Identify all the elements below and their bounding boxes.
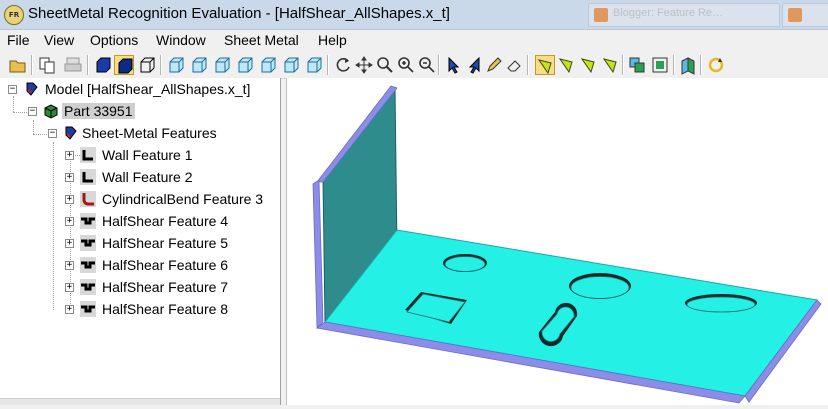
tree-label-feature: CylindricalBend Feature 3 bbox=[102, 191, 264, 207]
expand-toggle[interactable]: + bbox=[65, 217, 74, 226]
pencil-icon[interactable] bbox=[484, 55, 504, 75]
tree-label-feature: Wall Feature 1 bbox=[102, 147, 193, 163]
menu-options[interactable]: Options bbox=[90, 32, 138, 48]
shaded-box-icon[interactable] bbox=[114, 55, 134, 75]
halfshear-oval-floor bbox=[570, 276, 630, 299]
tree-node-feature[interactable]: + HalfShear Feature 4 bbox=[0, 212, 280, 232]
copy-icon[interactable] bbox=[37, 55, 57, 75]
tree-node-feature[interactable]: + HalfShear Feature 8 bbox=[0, 300, 280, 320]
menu-file[interactable]: File bbox=[7, 32, 30, 48]
expand-toggle[interactable]: + bbox=[65, 283, 74, 292]
tree-node-model[interactable]: − Model [HalfShear_AllShapes.x_t] bbox=[0, 80, 280, 100]
halfshear-feature-icon bbox=[80, 301, 96, 317]
rotate-icon[interactable] bbox=[333, 55, 353, 75]
left-view-icon[interactable] bbox=[212, 55, 232, 75]
menu-window[interactable]: Window bbox=[156, 32, 206, 48]
expand-toggle[interactable]: + bbox=[65, 195, 74, 204]
layers-icon[interactable] bbox=[627, 55, 647, 75]
zoom-in-icon[interactable] bbox=[396, 55, 416, 75]
refresh-icon[interactable] bbox=[706, 55, 726, 75]
sheet-metal-part-render bbox=[312, 85, 822, 404]
tree-node-feature[interactable]: + CylindricalBend Feature 3 bbox=[0, 190, 280, 210]
background-browser-tab-2[interactable] bbox=[782, 3, 828, 27]
tree-label-model: Model [HalfShear_AllShapes.x_t] bbox=[45, 81, 251, 97]
print-icon[interactable] bbox=[63, 55, 83, 75]
halfshear-feature-icon bbox=[80, 213, 96, 229]
tree-node-feature[interactable]: + HalfShear Feature 5 bbox=[0, 234, 280, 254]
toolbar bbox=[0, 52, 828, 79]
expand-toggle[interactable]: + bbox=[65, 305, 74, 314]
tree-node-feature[interactable]: + Wall Feature 2 bbox=[0, 168, 280, 188]
section-icon[interactable] bbox=[678, 55, 698, 75]
feature-group-icon bbox=[63, 125, 79, 141]
halfshear-feature-icon bbox=[80, 279, 96, 295]
tree-node-feature[interactable]: + HalfShear Feature 7 bbox=[0, 278, 280, 298]
wall-feature-icon bbox=[80, 147, 96, 163]
tree-label-feature: Wall Feature 2 bbox=[102, 169, 193, 185]
expand-toggle[interactable]: + bbox=[65, 173, 74, 182]
zoom-out-icon[interactable] bbox=[417, 55, 437, 75]
tree-label-feature: HalfShear Feature 5 bbox=[102, 235, 229, 251]
tree-node-feature[interactable]: + HalfShear Feature 6 bbox=[0, 256, 280, 276]
tree-node-part[interactable]: − Part 33951 bbox=[0, 102, 280, 122]
open-icon[interactable] bbox=[8, 55, 28, 75]
blogger-favicon-icon bbox=[594, 8, 608, 22]
hidden-line-box-icon[interactable] bbox=[137, 55, 157, 75]
collapse-toggle[interactable]: − bbox=[48, 129, 57, 138]
menu-view[interactable]: View bbox=[44, 32, 74, 48]
horizontal-scrollbar[interactable] bbox=[0, 398, 280, 405]
eraser-icon[interactable] bbox=[504, 55, 524, 75]
wall-outer-edge bbox=[312, 179, 324, 329]
background-tab-title: Blogger: Feature Re… bbox=[613, 7, 724, 19]
select-back-icon[interactable] bbox=[464, 55, 484, 75]
fit-icon[interactable] bbox=[650, 55, 670, 75]
back-view-icon[interactable] bbox=[189, 55, 209, 75]
background-browser-tab[interactable]: Blogger: Feature Re… bbox=[588, 3, 780, 27]
halfshear-ellipse-floor bbox=[686, 296, 756, 313]
top-view-icon[interactable] bbox=[258, 55, 278, 75]
expand-toggle[interactable]: + bbox=[65, 239, 74, 248]
menu-bar: File View Options Window Sheet Metal Hel… bbox=[0, 30, 828, 52]
collapse-toggle[interactable]: − bbox=[8, 85, 17, 94]
zoom-icon[interactable] bbox=[375, 55, 395, 75]
title-bar: FR SheetMetal Recognition Evaluation - [… bbox=[0, 0, 828, 30]
halfshear-feature-icon bbox=[80, 235, 96, 251]
model-icon bbox=[24, 81, 40, 97]
app-logo-icon: FR bbox=[4, 5, 24, 25]
bend-feature-icon bbox=[80, 191, 96, 207]
tree-node-sheet-metal-features[interactable]: − Sheet-Metal Features bbox=[0, 124, 280, 144]
tree-label-feature: HalfShear Feature 7 bbox=[102, 279, 229, 295]
select-arrow-icon[interactable] bbox=[444, 55, 464, 75]
tree-label-feature: HalfShear Feature 4 bbox=[102, 213, 229, 229]
select-vertex-icon[interactable] bbox=[579, 55, 599, 75]
select-face-icon[interactable] bbox=[535, 55, 555, 75]
tree-label-feature: HalfShear Feature 6 bbox=[102, 257, 229, 273]
model-viewport[interactable] bbox=[286, 78, 828, 405]
select-edge-icon[interactable] bbox=[557, 55, 577, 75]
right-view-icon[interactable] bbox=[235, 55, 255, 75]
bottom-view-icon[interactable] bbox=[281, 55, 301, 75]
menu-sheet-metal[interactable]: Sheet Metal bbox=[224, 32, 299, 48]
feature-tree: − Model [HalfShear_AllShapes.x_t] − Part… bbox=[0, 78, 281, 405]
wireframe-box-icon[interactable] bbox=[93, 55, 113, 75]
iso-view-icon[interactable] bbox=[304, 55, 324, 75]
halfshear-circle-floor bbox=[444, 256, 486, 272]
tree-label-part: Part 33951 bbox=[62, 103, 135, 119]
part-cube-icon bbox=[43, 103, 59, 119]
expand-toggle[interactable]: + bbox=[65, 151, 74, 160]
tree-node-feature[interactable]: + Wall Feature 1 bbox=[0, 146, 280, 166]
menu-help[interactable]: Help bbox=[318, 32, 347, 48]
select-body-icon[interactable] bbox=[601, 55, 621, 75]
tree-label-feature: HalfShear Feature 8 bbox=[102, 301, 229, 317]
wall-feature-icon bbox=[80, 169, 96, 185]
tree-label-sheet-metal-features: Sheet-Metal Features bbox=[82, 125, 217, 141]
collapse-toggle[interactable]: − bbox=[28, 107, 37, 116]
pan-icon[interactable] bbox=[354, 55, 374, 75]
window-title: SheetMetal Recognition Evaluation - [Hal… bbox=[28, 5, 450, 22]
blogger-favicon-icon bbox=[788, 8, 802, 22]
expand-toggle[interactable]: + bbox=[65, 261, 74, 270]
front-view-icon[interactable] bbox=[166, 55, 186, 75]
halfshear-feature-icon bbox=[80, 257, 96, 273]
